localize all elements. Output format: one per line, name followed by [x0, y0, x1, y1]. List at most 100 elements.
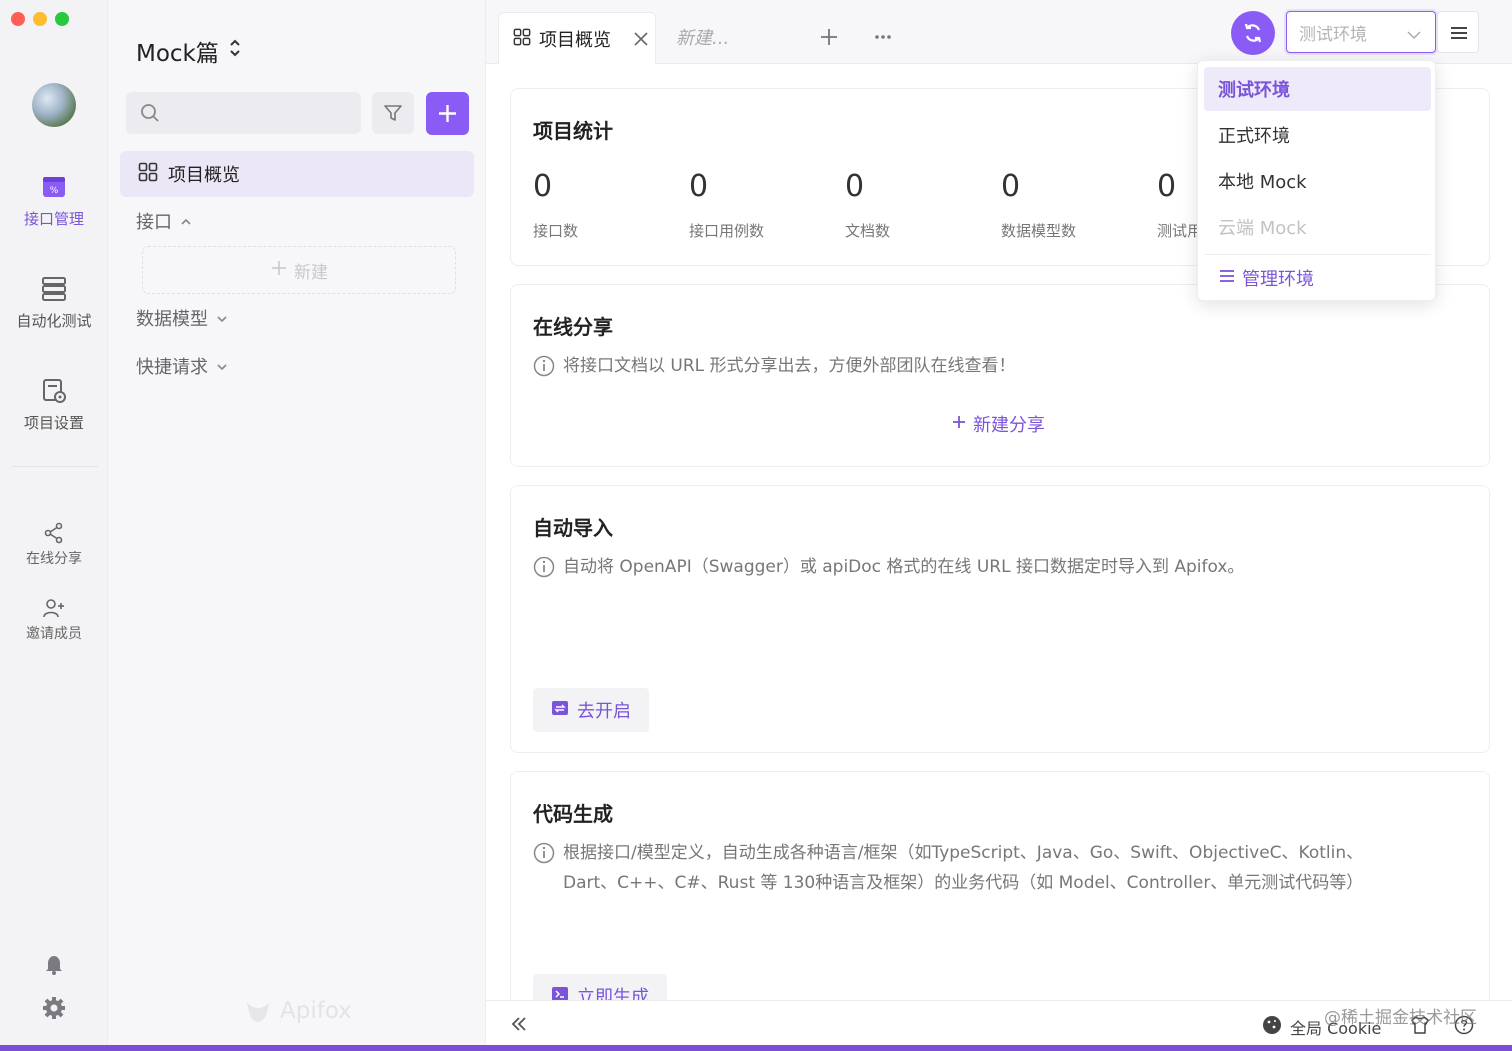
stat-value: 0 [533, 169, 553, 204]
card-title: 自动导入 [533, 516, 613, 540]
stat-label: 文档数 [845, 222, 891, 240]
sync-button[interactable] [1231, 11, 1275, 55]
new-item-label: 新建 [294, 262, 328, 283]
stat-doc-count: 0 文档数 [845, 169, 890, 241]
new-share-button[interactable]: 新建分享 [951, 411, 1045, 437]
tree-group-data-model[interactable]: 数据模型 [136, 305, 228, 331]
generate-code-button[interactable]: 立即生成 [533, 974, 667, 1000]
environment-select[interactable]: 测试环境 [1286, 11, 1436, 53]
gear-icon[interactable] [42, 996, 66, 1020]
collapse-sidebar-icon[interactable] [510, 1015, 528, 1033]
info-icon [533, 842, 555, 864]
rail-item-invite-member[interactable]: 邀请成员 [0, 597, 108, 643]
import-icon [551, 699, 569, 722]
tab-bar: 项目概览 新建... 测试环境 [486, 0, 1512, 65]
grid-icon [138, 162, 158, 187]
stat-value: 0 [689, 169, 709, 204]
stat-label: 数据模型数 [1001, 222, 1077, 240]
project-name: Mock篇 [136, 41, 219, 67]
nav-item-overview[interactable]: 项目概览 [120, 151, 474, 197]
stat-label: 接口数 [533, 222, 579, 240]
close-icon[interactable] [633, 31, 649, 47]
tab-new-placeholder[interactable]: 新建... [676, 24, 729, 50]
info-icon [533, 355, 555, 377]
card-description-text: 自动将 OpenAPI（Swagger）或 apiDoc 格式的在线 URL 接… [563, 557, 1245, 577]
list-icon [1218, 268, 1236, 289]
nav-item-label: 项目概览 [168, 165, 240, 186]
status-bar: 全局 Cookie @稀土掘金技术社区 [486, 1000, 1512, 1045]
close-window-button[interactable] [11, 12, 25, 26]
window-controls [11, 12, 69, 26]
tree-group-label: 快捷请求 [136, 357, 208, 378]
project-switcher[interactable]: Mock篇 [136, 34, 241, 68]
card-description-text: 根据接口/模型定义，自动生成各种语言/框架（如TypeScript、Java、G… [563, 838, 1363, 898]
icon-rail: % 接口管理 自动化测试 项目设置 在线分享 邀请成员 [0, 0, 108, 1045]
stat-label: 测试用 [1157, 222, 1203, 240]
hamburger-icon [1451, 27, 1467, 39]
stat-api-count: 0 接口数 [533, 169, 578, 241]
enable-import-button[interactable]: 去开启 [533, 688, 649, 732]
apifox-logo-icon [246, 1002, 270, 1022]
card-title: 在线分享 [533, 315, 613, 339]
bell-icon[interactable] [42, 952, 66, 976]
card-description-text: 将接口文档以 URL 形式分享出去，方便外部团队在线查看！ [563, 356, 1016, 376]
env-option-local-mock[interactable]: 本地 Mock [1204, 159, 1431, 203]
svg-text:%: % [50, 186, 59, 196]
apifox-logo: Apifox [244, 998, 352, 1024]
environment-menu-button[interactable] [1437, 11, 1479, 53]
bottom-accent-bar [0, 1045, 1512, 1051]
invite-member-icon [43, 597, 65, 619]
tree-group-quick-request[interactable]: 快捷请求 [136, 353, 228, 379]
rail-item-label: 邀请成员 [26, 626, 82, 642]
manage-environment-button[interactable]: 管理环境 [1218, 265, 1314, 291]
rail-item-project-settings[interactable]: 项目设置 [0, 378, 108, 433]
rail-item-automation-test[interactable]: 自动化测试 [0, 276, 108, 331]
plus-icon [951, 414, 967, 435]
search-icon [140, 103, 160, 123]
terminal-icon [551, 985, 569, 1000]
app-window: % 接口管理 自动化测试 项目设置 在线分享 邀请成员 Mock篇 项目概览 接… [0, 0, 1512, 1051]
rail-item-share[interactable]: 在线分享 [0, 522, 108, 568]
env-option-cloud-mock: 云端 Mock [1218, 218, 1307, 239]
sync-icon [1244, 23, 1262, 43]
env-option-production[interactable]: 正式环境 [1204, 113, 1431, 157]
search-box[interactable] [126, 92, 361, 134]
chevron-up-icon [180, 211, 192, 232]
add-tab-icon[interactable] [818, 26, 840, 48]
stat-test-count: 0 测试用 [1157, 169, 1202, 241]
environment-select-value: 测试环境 [1299, 24, 1367, 45]
env-option-test[interactable]: 测试环境 [1204, 67, 1431, 111]
avatar[interactable] [32, 83, 76, 127]
more-icon[interactable] [872, 26, 894, 48]
cookie-icon [1262, 1015, 1282, 1039]
rail-item-api-management[interactable]: % 接口管理 [0, 174, 108, 229]
grid-icon [513, 28, 531, 51]
enable-import-label: 去开启 [577, 701, 631, 722]
plus-icon [439, 105, 456, 122]
tree-group-api[interactable]: 接口 [136, 208, 192, 234]
card-description: 将接口文档以 URL 形式分享出去，方便外部团队在线查看！ [533, 351, 1016, 381]
manage-environment-label: 管理环境 [1242, 269, 1314, 290]
minimize-window-button[interactable] [33, 12, 47, 26]
stat-value: 0 [1001, 169, 1021, 204]
rail-item-label: 自动化测试 [16, 312, 92, 330]
filter-icon [384, 105, 402, 121]
card-title: 项目统计 [533, 119, 613, 143]
add-button[interactable] [426, 92, 469, 135]
tab-label: 项目概览 [539, 30, 611, 51]
updown-chevron-icon [229, 38, 241, 64]
chevron-down-icon [216, 308, 228, 329]
maximize-window-button[interactable] [55, 12, 69, 26]
card-online-share: 在线分享 将接口文档以 URL 形式分享出去，方便外部团队在线查看！ 新建分享 [510, 284, 1490, 467]
dropdown-divider [1204, 254, 1431, 255]
card-code-generation: 代码生成 根据接口/模型定义，自动生成各种语言/框架（如TypeScript、J… [510, 771, 1490, 1000]
project-settings-icon [41, 378, 67, 404]
filter-button[interactable] [372, 92, 414, 134]
apifox-logo-text: Apifox [280, 998, 352, 1024]
card-description: 根据接口/模型定义，自动生成各种语言/框架（如TypeScript、Java、G… [533, 838, 1363, 898]
new-share-label: 新建分享 [973, 415, 1045, 436]
card-description-line: 根据接口/模型定义，自动生成各种语言/框架（如TypeScript、Java、G… [563, 843, 1364, 863]
tab-overview[interactable]: 项目概览 [498, 12, 656, 65]
new-item-button[interactable]: 新建 [142, 246, 456, 294]
search-input[interactable] [170, 100, 350, 126]
